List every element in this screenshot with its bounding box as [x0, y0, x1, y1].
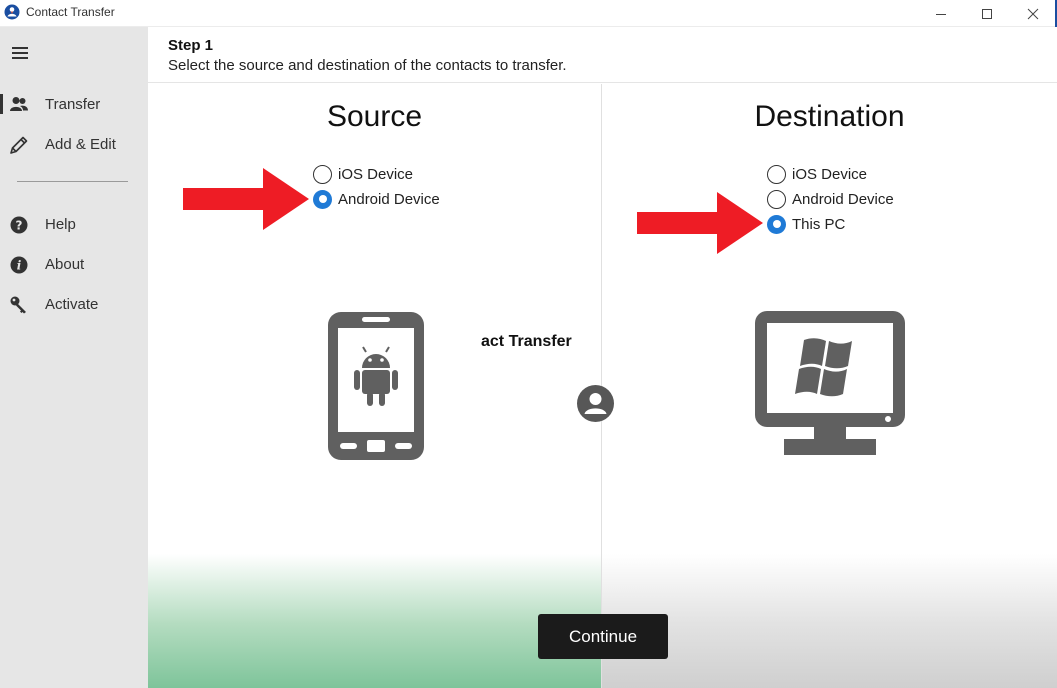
sidebar-item-label: Add & Edit	[45, 136, 116, 153]
radio-button-selected[interactable]	[313, 189, 332, 209]
maximize-button[interactable]	[964, 0, 1010, 27]
radio-button-selected[interactable]	[767, 214, 786, 234]
sidebar: Transfer Add & Edit ? Help i About Activ…	[0, 27, 148, 688]
radio-label: Android Device	[338, 190, 440, 208]
sidebar-item-label: About	[45, 256, 85, 273]
destination-option-this-pc[interactable]: This PC	[767, 213, 845, 235]
info-icon: i	[10, 256, 28, 274]
close-icon	[1027, 8, 1039, 19]
people-icon	[10, 97, 28, 111]
android-phone-icon	[328, 312, 424, 460]
source-panel: Source iOS Device Android Device	[148, 84, 601, 688]
source-title: Source	[326, 100, 423, 133]
radio-button[interactable]	[767, 189, 786, 209]
close-button[interactable]	[1010, 0, 1056, 27]
source-option-ios[interactable]: iOS Device	[313, 163, 413, 185]
destination-option-ios[interactable]: iOS Device	[767, 163, 867, 185]
key-icon	[10, 296, 26, 314]
sidebar-item-add-edit[interactable]: Add & Edit	[0, 127, 148, 161]
pencil-icon	[10, 136, 28, 154]
sidebar-divider	[17, 181, 128, 182]
sidebar-item-activate[interactable]: Activate	[0, 287, 148, 321]
continue-button[interactable]: Continue	[538, 614, 668, 659]
step-header: Step 1 Select the source and destination…	[148, 27, 1057, 83]
window-title: Contact Transfer	[26, 5, 115, 19]
title-bar: Contact Transfer	[0, 0, 1057, 27]
source-option-android[interactable]: Android Device	[313, 188, 440, 210]
radio-label: iOS Device	[338, 165, 414, 183]
sidebar-item-about[interactable]: i About	[0, 247, 148, 281]
sidebar-item-label: Transfer	[45, 96, 101, 113]
svg-text:?: ?	[16, 219, 23, 233]
step-description: Select the source and destination of the…	[168, 57, 567, 74]
radio-label: iOS Device	[792, 165, 868, 183]
red-arrow-icon	[637, 192, 763, 254]
question-icon: ?	[10, 216, 28, 234]
overlay-label: act Transfer	[481, 333, 572, 350]
hamburger-icon[interactable]	[12, 47, 28, 61]
sidebar-item-label: Help	[45, 216, 76, 233]
minimize-icon	[936, 13, 946, 15]
app-logo-icon	[4, 4, 20, 20]
radio-label: This PC	[792, 215, 846, 233]
red-arrow-icon	[183, 168, 309, 230]
radio-button[interactable]	[767, 164, 786, 184]
radio-label: Android Device	[792, 190, 894, 208]
contact-person-icon	[577, 385, 614, 422]
svg-text:i: i	[17, 259, 22, 273]
destination-panel: Destination iOS Device Android Device Th…	[602, 84, 1057, 688]
step-title: Step 1	[168, 37, 214, 54]
sidebar-item-transfer[interactable]: Transfer	[0, 87, 148, 121]
minimize-button[interactable]	[918, 0, 964, 27]
sidebar-item-label: Activate	[45, 296, 99, 313]
destination-option-android[interactable]: Android Device	[767, 188, 894, 210]
destination-title: Destination	[754, 100, 905, 133]
sidebar-item-help[interactable]: ? Help	[0, 207, 148, 241]
windows-pc-icon	[755, 311, 905, 455]
maximize-icon	[982, 8, 992, 19]
radio-button[interactable]	[313, 164, 332, 184]
